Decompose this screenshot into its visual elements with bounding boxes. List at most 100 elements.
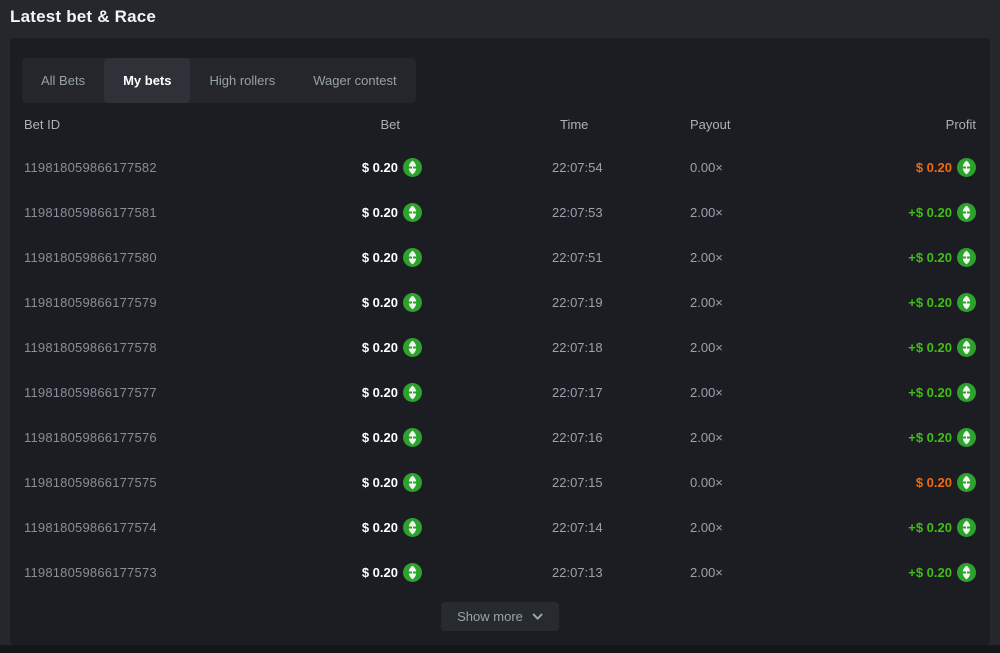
- bet-payout: 2.00×: [602, 340, 752, 355]
- bet-time: 22:07:16: [422, 430, 602, 445]
- bet-cell: $ 0.20: [214, 563, 422, 582]
- table-body: 119818059866177582 $ 0.20 22:07:54 0.00×…: [24, 145, 976, 595]
- profit-amount: $ 0.20: [916, 475, 952, 490]
- bet-cell: $ 0.20: [214, 383, 422, 402]
- profit-amount: +$ 0.20: [908, 340, 952, 355]
- bet-amount: $ 0.20: [362, 565, 398, 580]
- chevron-down-icon: [532, 613, 543, 621]
- dollar-coin-icon: [957, 428, 976, 447]
- dollar-coin-icon: [957, 383, 976, 402]
- col-header-payout: Payout: [602, 117, 752, 132]
- bets-table: Bet ID Bet Time Payout Profit 1198180598…: [24, 117, 976, 595]
- table-header-row: Bet ID Bet Time Payout Profit: [24, 117, 976, 131]
- tab-my-bets[interactable]: My bets: [104, 58, 190, 103]
- bet-cell: $ 0.20: [214, 203, 422, 222]
- profit-amount: +$ 0.20: [908, 520, 952, 535]
- table-row: 119818059866177581 $ 0.20 22:07:53 2.00×…: [24, 190, 976, 235]
- bet-cell: $ 0.20: [214, 293, 422, 312]
- show-more-button[interactable]: Show more: [441, 602, 559, 631]
- dollar-coin-icon: [957, 293, 976, 312]
- bets-tabbar: All Bets My bets High rollers Wager cont…: [22, 58, 416, 103]
- bet-payout: 2.00×: [602, 295, 752, 310]
- bet-id: 119818059866177581: [24, 205, 214, 220]
- dollar-coin-icon: [403, 293, 422, 312]
- dollar-coin-icon: [403, 473, 422, 492]
- table-row: 119818059866177573 $ 0.20 22:07:13 2.00×…: [24, 550, 976, 595]
- bet-cell: $ 0.20: [214, 518, 422, 537]
- bet-id: 119818059866177582: [24, 160, 214, 175]
- bet-time: 22:07:17: [422, 385, 602, 400]
- profit-amount: +$ 0.20: [908, 385, 952, 400]
- tab-all-bets[interactable]: All Bets: [22, 58, 104, 103]
- dollar-coin-icon: [403, 248, 422, 267]
- table-row: 119818059866177578 $ 0.20 22:07:18 2.00×…: [24, 325, 976, 370]
- profit-amount: $ 0.20: [916, 160, 952, 175]
- show-more-label: Show more: [457, 609, 523, 624]
- bet-time: 22:07:53: [422, 205, 602, 220]
- bet-payout: 2.00×: [602, 565, 752, 580]
- bet-amount: $ 0.20: [362, 295, 398, 310]
- dollar-coin-icon: [403, 563, 422, 582]
- profit-cell: +$ 0.20: [752, 518, 976, 537]
- profit-cell: $ 0.20: [752, 473, 976, 492]
- bet-amount: $ 0.20: [362, 340, 398, 355]
- bet-time: 22:07:13: [422, 565, 602, 580]
- table-row: 119818059866177576 $ 0.20 22:07:16 2.00×…: [24, 415, 976, 460]
- bet-id: 119818059866177576: [24, 430, 214, 445]
- tab-high-rollers[interactable]: High rollers: [190, 58, 294, 103]
- bet-time: 22:07:19: [422, 295, 602, 310]
- col-header-bet-id: Bet ID: [24, 117, 214, 132]
- col-header-bet: Bet: [214, 117, 422, 132]
- dollar-coin-icon: [957, 158, 976, 177]
- profit-amount: +$ 0.20: [908, 430, 952, 445]
- bet-payout: 0.00×: [602, 475, 752, 490]
- bet-cell: $ 0.20: [214, 158, 422, 177]
- profit-cell: +$ 0.20: [752, 248, 976, 267]
- latest-bets-panel: All Bets My bets High rollers Wager cont…: [10, 38, 990, 645]
- bet-id: 119818059866177574: [24, 520, 214, 535]
- profit-cell: +$ 0.20: [752, 428, 976, 447]
- profit-amount: +$ 0.20: [908, 250, 952, 265]
- bet-id: 119818059866177573: [24, 565, 214, 580]
- col-header-time: Time: [422, 117, 602, 132]
- page-footer-strip: [0, 645, 1000, 653]
- bet-id: 119818059866177575: [24, 475, 214, 490]
- bet-time: 22:07:54: [422, 160, 602, 175]
- bet-amount: $ 0.20: [362, 250, 398, 265]
- table-row: 119818059866177577 $ 0.20 22:07:17 2.00×…: [24, 370, 976, 415]
- bet-id: 119818059866177577: [24, 385, 214, 400]
- bet-cell: $ 0.20: [214, 338, 422, 357]
- bet-payout: 2.00×: [602, 520, 752, 535]
- dollar-coin-icon: [403, 383, 422, 402]
- table-row: 119818059866177580 $ 0.20 22:07:51 2.00×…: [24, 235, 976, 280]
- dollar-coin-icon: [403, 158, 422, 177]
- table-row: 119818059866177582 $ 0.20 22:07:54 0.00×…: [24, 145, 976, 190]
- bet-time: 22:07:51: [422, 250, 602, 265]
- page-title: Latest bet & Race: [10, 7, 156, 27]
- dollar-coin-icon: [957, 338, 976, 357]
- table-row: 119818059866177575 $ 0.20 22:07:15 0.00×…: [24, 460, 976, 505]
- bet-time: 22:07:15: [422, 475, 602, 490]
- profit-cell: +$ 0.20: [752, 293, 976, 312]
- table-row: 119818059866177574 $ 0.20 22:07:14 2.00×…: [24, 505, 976, 550]
- bet-payout: 2.00×: [602, 205, 752, 220]
- bet-amount: $ 0.20: [362, 385, 398, 400]
- table-row: 119818059866177579 $ 0.20 22:07:19 2.00×…: [24, 280, 976, 325]
- bet-payout: 2.00×: [602, 250, 752, 265]
- bet-time: 22:07:14: [422, 520, 602, 535]
- dollar-coin-icon: [403, 518, 422, 537]
- dollar-coin-icon: [957, 473, 976, 492]
- dollar-coin-icon: [957, 248, 976, 267]
- bet-amount: $ 0.20: [362, 205, 398, 220]
- bet-amount: $ 0.20: [362, 475, 398, 490]
- bet-payout: 2.00×: [602, 385, 752, 400]
- bet-cell: $ 0.20: [214, 428, 422, 447]
- tab-wager-contest[interactable]: Wager contest: [294, 58, 415, 103]
- bet-amount: $ 0.20: [362, 160, 398, 175]
- bet-cell: $ 0.20: [214, 473, 422, 492]
- profit-cell: +$ 0.20: [752, 338, 976, 357]
- bet-payout: 0.00×: [602, 160, 752, 175]
- profit-cell: +$ 0.20: [752, 563, 976, 582]
- bet-amount: $ 0.20: [362, 430, 398, 445]
- dollar-coin-icon: [957, 203, 976, 222]
